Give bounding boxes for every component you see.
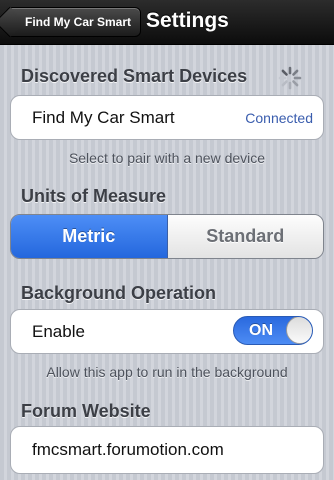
toggle-on-label: ON [249,322,273,339]
loading-spinner-icon [278,66,302,90]
toggle-knob [286,317,312,344]
navigation-bar: Find My Car Smart Settings [0,0,334,45]
device-name: Find My Car Smart [32,108,175,127]
background-section-header: Background Operation [21,283,217,303]
devices-section-header: Discovered Smart Devices [21,66,248,86]
units-segmented-control: Metric Standard [10,214,324,259]
back-button[interactable]: Find My Car Smart [0,6,142,38]
forum-url-row[interactable]: fmcsmart.forumotion.com [10,426,324,474]
device-status: Connected [245,110,313,126]
forum-url-link[interactable]: fmcsmart.forumotion.com [32,440,224,460]
background-footer: Allow this app to run in the background [46,364,288,380]
back-button-label: Find My Car Smart [25,15,132,29]
segment-metric[interactable]: Metric [11,215,168,258]
devices-footer: Select to pair with a new device [68,150,266,166]
segment-standard[interactable]: Standard [167,215,323,258]
units-section-header: Units of Measure [21,186,167,206]
page-title: Settings [146,9,229,32]
back-arrow-icon [0,6,26,38]
enable-label: Enable [32,322,85,341]
forum-section-header: Forum Website [21,401,151,421]
device-row[interactable]: Find My Car Smart Connected [10,95,324,140]
background-toggle-switch[interactable]: ON [233,316,313,345]
